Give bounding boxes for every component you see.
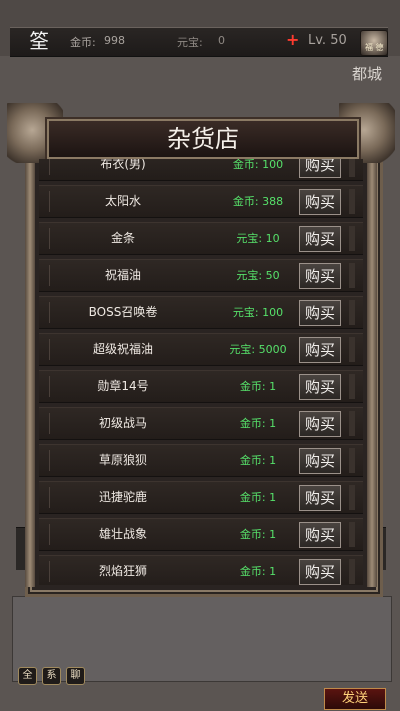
send-button[interactable]: 发送: [324, 688, 386, 710]
shop-item-row: 初级战马 金币: 1 购买: [39, 407, 363, 440]
buy-button[interactable]: 购买: [299, 374, 341, 400]
item-name: 烈焰狂狮: [98, 564, 147, 578]
shop-item-row: BOSS召唤卷 元宝: 100 购买: [39, 296, 363, 329]
buy-button[interactable]: 购买: [299, 337, 341, 363]
row-edge: [349, 263, 355, 288]
chat-tab-system[interactable]: 系: [42, 667, 61, 685]
shop-header: 杂货店: [47, 119, 359, 159]
item-name: 祝福油: [104, 268, 141, 282]
buy-button[interactable]: 购买: [299, 448, 341, 474]
item-name: 草原狼狈: [98, 453, 147, 467]
shop-title: 杂货店: [167, 125, 239, 153]
buy-button[interactable]: 购买: [299, 559, 341, 585]
item-name: 勋章14号: [97, 379, 149, 393]
buy-button[interactable]: 购买: [299, 263, 341, 289]
shop-item-row: 雄壮战象 金币: 1 购买: [39, 518, 363, 551]
item-list-content: 布衣(男) 金币: 100 购买太阳水 金币: 388 购买 金条 元宝: 10 购买 祝福油元…: [39, 159, 363, 585]
shop-item-row: 勋章14号 金币: 1 购买: [39, 370, 363, 403]
item-name: 布衣(男): [100, 159, 146, 171]
row-edge: [349, 485, 355, 510]
shop-item-row: 草原狼狈 金币: 1 购买: [39, 444, 363, 477]
chat-tab-all[interactable]: 全: [18, 667, 37, 685]
row-edge: [349, 189, 355, 214]
player-avatar-icon[interactable]: 福 德: [360, 30, 388, 56]
row-edge: [349, 522, 355, 547]
avatar-caption: 福 德: [365, 43, 384, 52]
location-label: 都城: [352, 65, 383, 83]
shop-item-row: 布衣(男) 金币: 100 购买: [39, 159, 363, 181]
item-name: 雄壮战象: [98, 527, 147, 541]
item-name: 金条: [110, 231, 135, 245]
buy-button[interactable]: 购买: [299, 300, 341, 326]
row-edge: [349, 411, 355, 436]
buy-button[interactable]: 购买: [299, 411, 341, 437]
shop-item-row: 迅捷驼鹿 金币: 1 购买: [39, 481, 363, 514]
right-pillar-ornament: [367, 157, 377, 587]
chat-tab-chat[interactable]: 聊: [66, 667, 85, 685]
shop-panel: 杂货店 布衣(男) 金币: 100 购买太阳水 金币: 388 购买 金条 元宝: 10 购买…: [7, 103, 395, 597]
left-pillar-ornament: [25, 157, 35, 587]
item-name: BOSS召唤卷: [88, 305, 158, 319]
row-edge: [349, 337, 355, 362]
shop-item-row: 金条 元宝: 10 购买: [39, 222, 363, 255]
row-edge: [349, 226, 355, 251]
shop-item-row: 烈焰狂狮 金币: 1 购买: [39, 555, 363, 585]
yuanbao-value: 0: [218, 34, 225, 47]
row-edge: [349, 159, 355, 177]
item-name: 迅捷驼鹿: [98, 490, 147, 504]
shop-item-row: 太阳水 金币: 388 购买: [39, 185, 363, 218]
recharge-plus-icon[interactable]: +: [286, 30, 299, 49]
item-name: 太阳水: [104, 194, 141, 208]
yuanbao-label: 元宝:: [177, 36, 203, 49]
row-edge: [349, 559, 355, 584]
character-badge[interactable]: 筌: [22, 27, 56, 55]
buy-button[interactable]: 购买: [299, 226, 341, 252]
row-edge: [349, 448, 355, 473]
item-name: 初级战马: [98, 416, 147, 430]
buy-button[interactable]: 购买: [299, 159, 341, 178]
row-edge: [349, 300, 355, 325]
shop-item-row: 祝福油 元宝: 50 购买: [39, 259, 363, 292]
item-name: 超级祝福油: [92, 342, 153, 356]
shop-item-list[interactable]: 布衣(男) 金币: 100 购买太阳水 金币: 388 购买 金条 元宝: 10 购买 祝福油元…: [39, 159, 363, 585]
row-edge: [349, 374, 355, 399]
level-text: Lv. 50: [308, 33, 347, 48]
shop-item-row: 超级祝福油 元宝: 5000 购买: [39, 333, 363, 366]
gold-value: 998: [104, 34, 125, 47]
gold-label: 金币:: [70, 36, 96, 49]
buy-button[interactable]: 购买: [299, 522, 341, 548]
buy-button[interactable]: 购买: [299, 485, 341, 511]
buy-button[interactable]: 购买: [299, 189, 341, 215]
